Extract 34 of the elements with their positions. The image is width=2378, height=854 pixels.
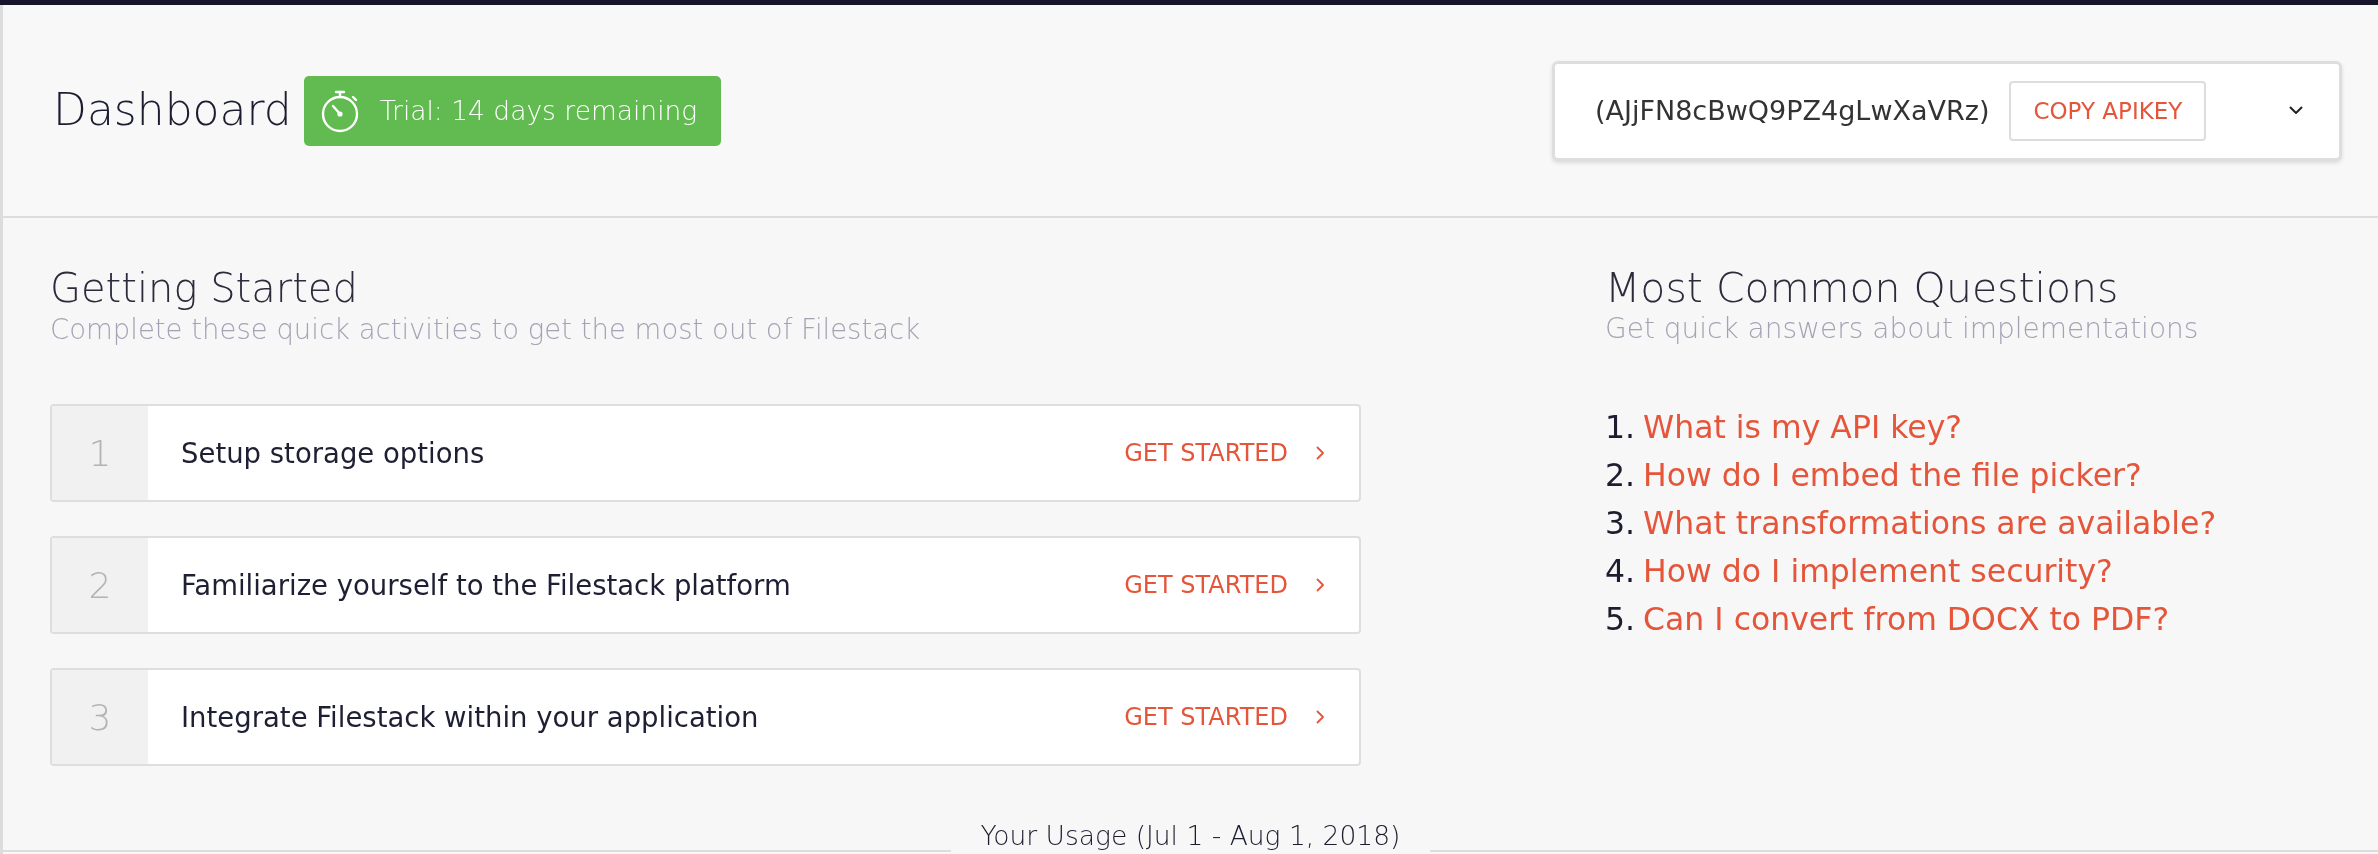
section-subtitle: Complete these quick activities to get the most out of Filestack bbox=[50, 312, 922, 346]
step-number: 3 bbox=[52, 670, 148, 764]
get-started-link[interactable]: GET STARTED bbox=[1124, 439, 1325, 467]
question-number: 3. bbox=[1605, 504, 1636, 543]
api-key-text: (AJjFN8cBwQ9PZ4gLwXaVRz) bbox=[1595, 95, 1990, 126]
chevron-right-icon bbox=[1316, 578, 1325, 592]
question-link[interactable]: How do I embed the file picker? bbox=[1643, 454, 2142, 496]
trial-text: Trial: 14 days remaining bbox=[379, 95, 698, 126]
question-number: 5. bbox=[1605, 600, 1636, 639]
section-subtitle: Get quick answers about implementations bbox=[1605, 312, 2200, 346]
get-started-link[interactable]: GET STARTED bbox=[1124, 703, 1325, 731]
step-number: 1 bbox=[52, 406, 148, 500]
usage-heading: Your Usage (Jul 1 - Aug 1, 2018) bbox=[980, 820, 1401, 852]
question-number: 4. bbox=[1605, 552, 1636, 591]
question-link[interactable]: What is my API key? bbox=[1643, 406, 1963, 448]
chevron-down-icon bbox=[2289, 106, 2303, 115]
question-link[interactable]: How do I implement security? bbox=[1643, 550, 2113, 592]
section-title: Getting Started bbox=[50, 264, 359, 312]
chevron-right-icon bbox=[1316, 710, 1325, 724]
step-number: 2 bbox=[52, 538, 148, 632]
step-title: Integrate Filestack within your application bbox=[181, 701, 759, 733]
chevron-right-icon bbox=[1316, 446, 1325, 460]
question-link[interactable]: Can I convert from DOCX to PDF? bbox=[1643, 598, 2170, 640]
question-link[interactable]: What transformations are available? bbox=[1643, 502, 2217, 544]
step-title: Familiarize yourself to the Filestack platform bbox=[181, 569, 791, 601]
question-number: 1. bbox=[1605, 408, 1636, 447]
dropdown-toggle[interactable] bbox=[2289, 106, 2303, 115]
page-title: Dashboard bbox=[53, 86, 292, 135]
stopwatch-icon bbox=[319, 88, 360, 133]
copy-apikey-button[interactable]: COPY APIKEY bbox=[2009, 80, 2207, 141]
section-title: Most Common Questions bbox=[1605, 264, 2120, 312]
step-title: Setup storage options bbox=[181, 437, 485, 469]
get-started-link[interactable]: GET STARTED bbox=[1124, 571, 1325, 599]
question-number: 2. bbox=[1605, 456, 1636, 495]
